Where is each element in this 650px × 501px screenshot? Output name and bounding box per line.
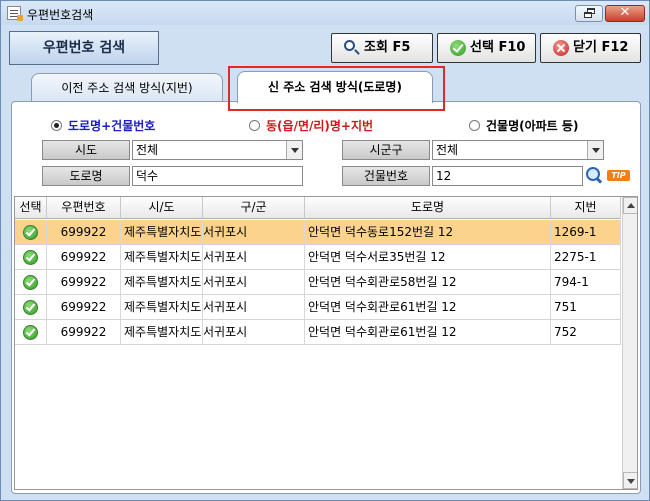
table-row[interactable]: 699922 제주특별자치도 서귀포시 안덕면 덕수회관로61번길 12 751 [15,295,621,320]
table-row[interactable]: 699922 제주특별자치도 서귀포시 안덕면 덕수동로152번길 12 126… [15,220,621,245]
sido-cell: 제주특별자치도 [121,320,203,345]
search-icon [344,40,355,51]
road-cell: 안덕면 덕수회관로61번길 12 [305,320,551,345]
result-grid: 선택 우편번호 시/도 구/군 도로명 지번 699922 제주특별자치도 서귀… [14,196,638,490]
check-icon [450,40,466,56]
column-header[interactable]: 구/군 [203,197,305,219]
row-select-cell[interactable] [15,320,47,345]
column-header[interactable]: 시/도 [121,197,203,219]
gugun-cell: 서귀포시 [203,295,305,320]
restore-icon-back [584,12,592,18]
chevron-down-icon[interactable] [587,141,603,159]
close-circle-icon [553,40,569,56]
sido-cell: 제주특별자치도 [121,270,203,295]
check-icon[interactable] [23,300,38,315]
row-select-cell[interactable] [15,270,47,295]
gugun-cell: 서귀포시 [203,320,305,345]
tab-old-address[interactable]: 이전 주소 검색 방식(지번) [31,73,223,101]
tip-badge[interactable]: TIP [607,170,630,181]
zip-cell: 699922 [47,245,121,270]
sido-cell: 제주특별자치도 [121,295,203,320]
building-no-label: 건물번호 [342,166,430,186]
zip-cell: 699922 [47,320,121,345]
radio-label: 건물명(아파트 등) [486,119,579,133]
radio-dot [249,120,260,131]
close-icon: ✕ [619,5,631,20]
sido-label: 시도 [42,140,130,160]
gugun-cell: 서귀포시 [203,245,305,270]
sido-cell: 제주특별자치도 [121,245,203,270]
jibun-cell: 752 [551,320,621,345]
road-cell: 안덕면 덕수동로152번길 12 [305,220,551,245]
column-header[interactable]: 선택 [15,197,47,219]
radio-road-building[interactable]: 도로명+건물번호 [51,117,155,134]
row-select-cell[interactable] [15,295,47,320]
column-header[interactable]: 우편번호 [47,197,121,219]
title-bar[interactable]: 우편번호검색 ✕ [1,1,649,25]
zip-cell: 699922 [47,295,121,320]
sido-value: 전체 [136,143,159,157]
sido-select[interactable]: 전체 [132,140,303,160]
radio-dot [469,120,480,131]
table-row[interactable]: 699922 제주특별자치도 서귀포시 안덕면 덕수회관로61번길 12 752 [15,320,621,345]
jibun-cell: 751 [551,295,621,320]
gugun-cell: 서귀포시 [203,220,305,245]
column-header[interactable]: 도로명 [305,197,551,219]
road-cell: 안덕면 덕수회관로58번길 12 [305,270,551,295]
search-button-label: 조회 F5 [364,40,411,55]
road-label: 도로명 [42,166,130,186]
row-select-cell[interactable] [15,220,47,245]
postal-search-window: 우편번호검색 ✕ 우편번호 검색 조회 F5 선택 F10 닫기 F12 이전 … [0,0,650,501]
sigungu-select[interactable]: 전체 [432,140,604,160]
table-row[interactable]: 699922 제주특별자치도 서귀포시 안덕면 덕수회관로58번길 12 794… [15,270,621,295]
row-select-cell[interactable] [15,245,47,270]
column-header[interactable]: 지번 [551,197,621,219]
jibun-cell: 2275-1 [551,245,621,270]
close-button[interactable]: 닫기 F12 [540,33,641,63]
zip-cell: 699922 [47,220,121,245]
app-icon [7,6,23,21]
vertical-scrollbar[interactable] [622,197,637,489]
road-cell: 안덕면 덕수서로35번길 12 [305,245,551,270]
radio-label: 동(읍/면/리)명+지번 [266,119,374,133]
search-icon[interactable] [585,166,603,184]
road-cell: 안덕면 덕수회관로61번길 12 [305,295,551,320]
check-icon[interactable] [23,250,38,265]
road-input[interactable]: 덕수 [132,166,303,186]
restore-button[interactable] [575,5,603,22]
select-button[interactable]: 선택 F10 [437,33,536,63]
sido-cell: 제주특별자치도 [121,220,203,245]
scroll-up-icon[interactable] [623,197,637,214]
check-icon[interactable] [23,225,38,240]
search-button[interactable]: 조회 F5 [331,33,433,63]
close-button-label: 닫기 F12 [573,40,629,55]
window-title: 우편번호검색 [27,8,94,22]
gugun-cell: 서귀포시 [203,270,305,295]
page-title: 우편번호 검색 [9,31,159,65]
sigungu-value: 전체 [436,143,459,157]
table-row[interactable]: 699922 제주특별자치도 서귀포시 안덕면 덕수서로35번길 12 2275… [15,245,621,270]
grid-header: 선택 우편번호 시/도 구/군 도로명 지번 [15,197,621,219]
radio-dot [51,120,62,131]
window-close-button[interactable]: ✕ [605,5,645,22]
jibun-cell: 794-1 [551,270,621,295]
jibun-cell: 1269-1 [551,220,621,245]
radio-building-name[interactable]: 건물명(아파트 등) [469,117,578,134]
scroll-down-icon[interactable] [623,472,637,489]
chevron-down-icon[interactable] [286,141,302,159]
radio-label: 도로명+건물번호 [68,119,156,133]
zip-cell: 699922 [47,270,121,295]
sigungu-label: 시군구 [342,140,430,160]
tab-new-address[interactable]: 신 주소 검색 방식(도로명) [237,71,433,103]
check-icon[interactable] [23,275,38,290]
building-no-input[interactable]: 12 [432,166,583,186]
radio-dong-jibun[interactable]: 동(읍/면/리)명+지번 [249,117,373,134]
check-icon[interactable] [23,325,38,340]
select-button-label: 선택 F10 [470,40,526,55]
